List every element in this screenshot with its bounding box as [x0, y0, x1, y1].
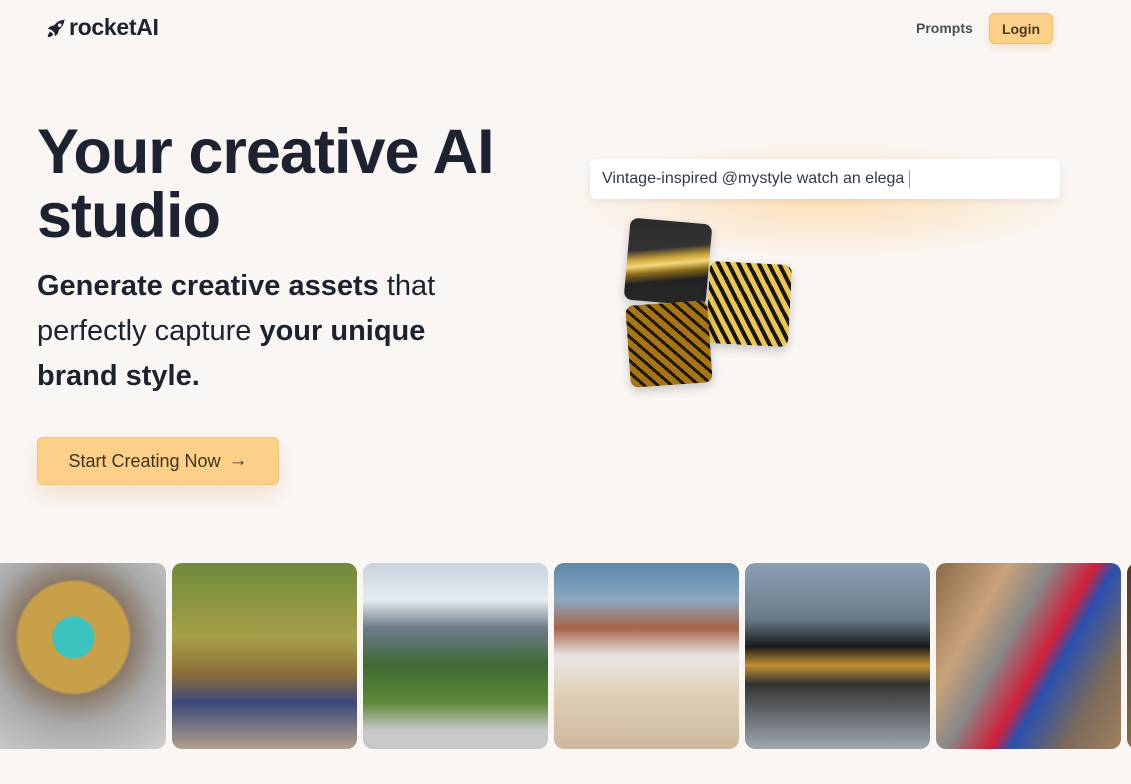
- hero-subtitle: Generate creative assets that perfectly …: [37, 264, 507, 399]
- login-button[interactable]: Login: [989, 13, 1053, 44]
- subtitle-bold-1: Generate creative assets: [37, 270, 379, 302]
- gallery-image: [554, 563, 739, 749]
- text-caret: [909, 170, 911, 188]
- start-creating-button[interactable]: Start Creating Now →: [37, 437, 279, 485]
- gallery-image: [0, 563, 166, 749]
- logo[interactable]: rocketAI: [46, 14, 159, 41]
- nav-link-prompts[interactable]: Prompts: [916, 20, 973, 36]
- generated-image-gallery: [0, 563, 1131, 749]
- style-sample-image: [705, 260, 793, 348]
- style-sample-image: [625, 300, 713, 388]
- gallery-image: [1127, 563, 1131, 749]
- style-sample-image: [623, 217, 713, 307]
- gallery-image: [363, 563, 548, 749]
- prompt-text: Vintage-inspired @mystyle watch an elega: [602, 170, 905, 187]
- top-nav: rocketAI Prompts Login: [0, 0, 1131, 58]
- prompt-demo-input: Vintage-inspired @mystyle watch an elega: [590, 159, 1060, 199]
- cta-label: Start Creating Now: [68, 450, 221, 471]
- gallery-image: [172, 563, 357, 749]
- gallery-image: [936, 563, 1121, 749]
- arrow-right-icon: →: [228, 450, 248, 471]
- logo-text: rocketAI: [69, 14, 159, 40]
- hero-title: Your creative AI studio: [37, 117, 495, 251]
- rocket-icon: [47, 18, 66, 37]
- gallery-image: [745, 563, 930, 749]
